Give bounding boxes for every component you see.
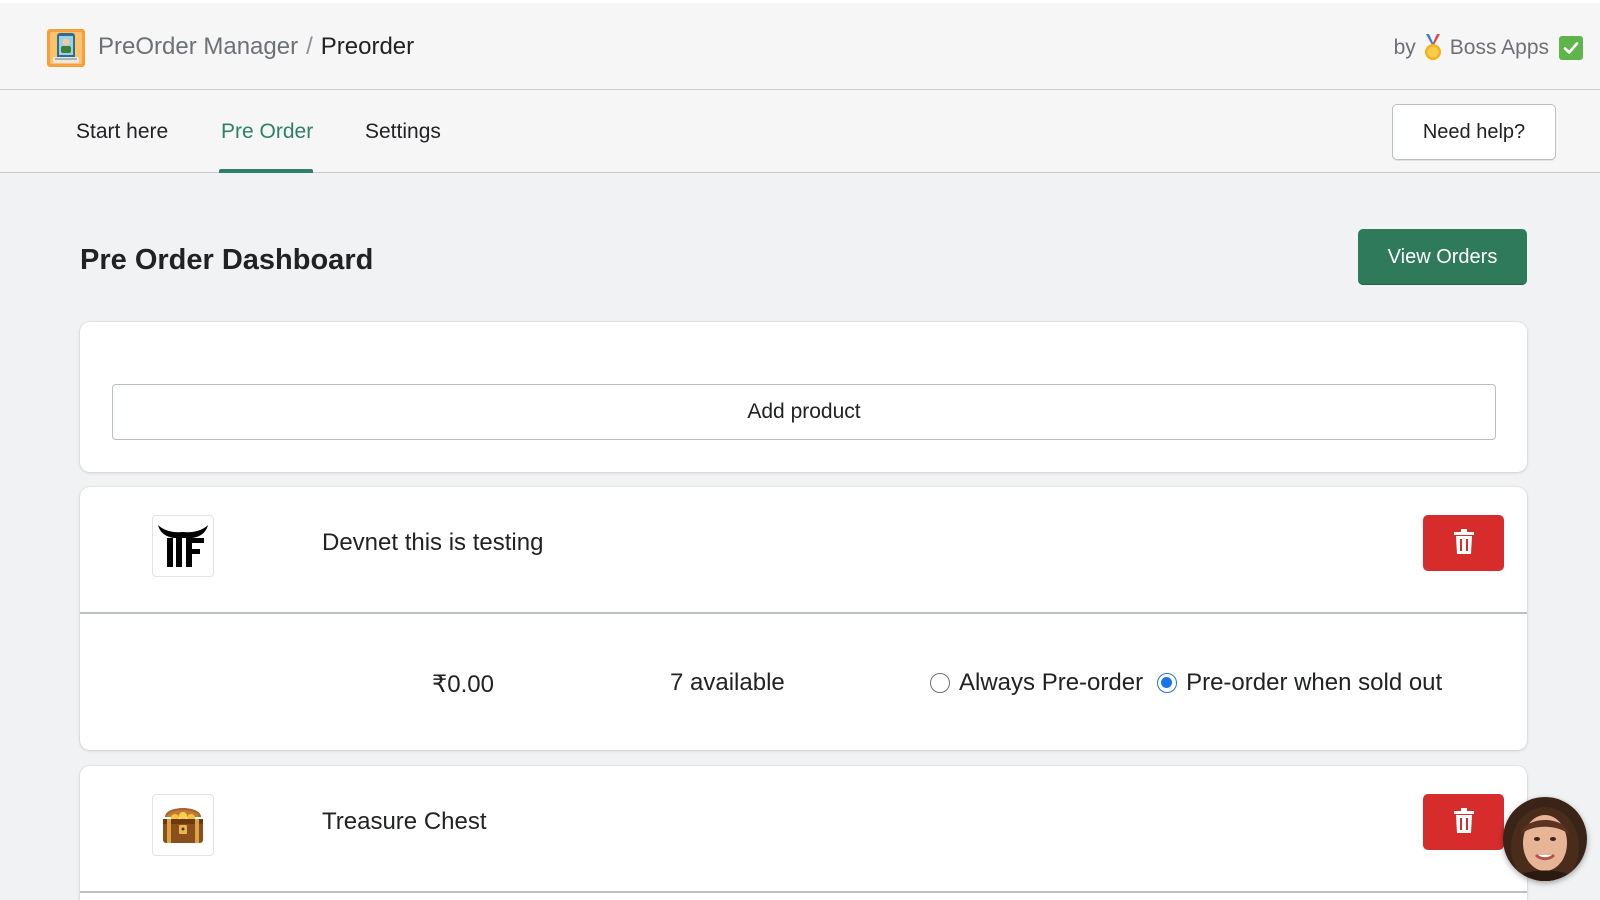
support-chat-avatar[interactable] bbox=[1503, 797, 1587, 881]
delete-product-button[interactable] bbox=[1423, 794, 1504, 850]
tab-settings[interactable]: Settings bbox=[365, 90, 441, 173]
delete-product-button[interactable] bbox=[1423, 515, 1504, 571]
row-divider bbox=[80, 891, 1527, 893]
app-header: PreOrder Manager / Preorder by Boss Apps bbox=[0, 0, 1600, 90]
byline-prefix: by bbox=[1393, 36, 1416, 59]
tabs-bar: Start here Pre Order Settings bbox=[0, 90, 1600, 173]
breadcrumb: PreOrder Manager / Preorder bbox=[98, 32, 414, 62]
preorder-when-sold-out-label: Pre-order when sold out bbox=[1186, 669, 1443, 696]
treasure-chest-icon bbox=[157, 797, 209, 854]
breadcrumb-separator: / bbox=[306, 33, 313, 60]
byline-brand[interactable]: Boss Apps bbox=[1450, 34, 1549, 62]
preorder-mode-radio-group: Always Pre-order Pre-order when sold out bbox=[930, 667, 1442, 699]
always-preorder-option[interactable]: Always Pre-order bbox=[930, 667, 1143, 699]
always-preorder-radio[interactable] bbox=[930, 673, 950, 693]
checkmark-icon bbox=[1559, 36, 1583, 60]
product-stock: 7 available bbox=[670, 669, 785, 696]
tab-pre-order[interactable]: Pre Order bbox=[218, 90, 314, 173]
add-product-card: Add product bbox=[80, 322, 1527, 472]
preorder-when-sold-out-option[interactable]: Pre-order when sold out bbox=[1157, 667, 1442, 699]
tf-logo-icon bbox=[154, 516, 212, 576]
need-help-button[interactable]: Need help? bbox=[1392, 104, 1556, 160]
trash-icon bbox=[1453, 528, 1475, 558]
trash-icon bbox=[1453, 807, 1475, 837]
product-name[interactable]: Treasure Chest bbox=[322, 806, 487, 838]
product-thumbnail bbox=[152, 515, 214, 577]
tab-start-here[interactable]: Start here bbox=[76, 90, 168, 173]
product-name[interactable]: Devnet this is testing bbox=[322, 527, 543, 559]
medal-icon bbox=[1422, 34, 1444, 62]
breadcrumb-app-name[interactable]: PreOrder Manager bbox=[98, 33, 298, 60]
product-card: Treasure Chest bbox=[80, 766, 1527, 900]
preorder-manager-logo-icon bbox=[47, 29, 85, 67]
product-card: Devnet this is testing ₹0.00 7 available… bbox=[80, 487, 1527, 750]
always-preorder-label: Always Pre-order bbox=[959, 669, 1144, 696]
row-divider bbox=[80, 612, 1527, 614]
product-price: ₹0.00 bbox=[432, 671, 494, 698]
developer-byline: by Boss Apps bbox=[1394, 34, 1583, 62]
product-thumbnail bbox=[152, 794, 214, 856]
page-title: Pre Order Dashboard bbox=[80, 244, 374, 276]
add-product-button[interactable]: Add product bbox=[112, 384, 1496, 440]
breadcrumb-current-page: Preorder bbox=[320, 33, 415, 60]
preorder-when-sold-out-radio[interactable] bbox=[1157, 673, 1178, 693]
view-orders-button[interactable]: View Orders bbox=[1358, 229, 1527, 285]
